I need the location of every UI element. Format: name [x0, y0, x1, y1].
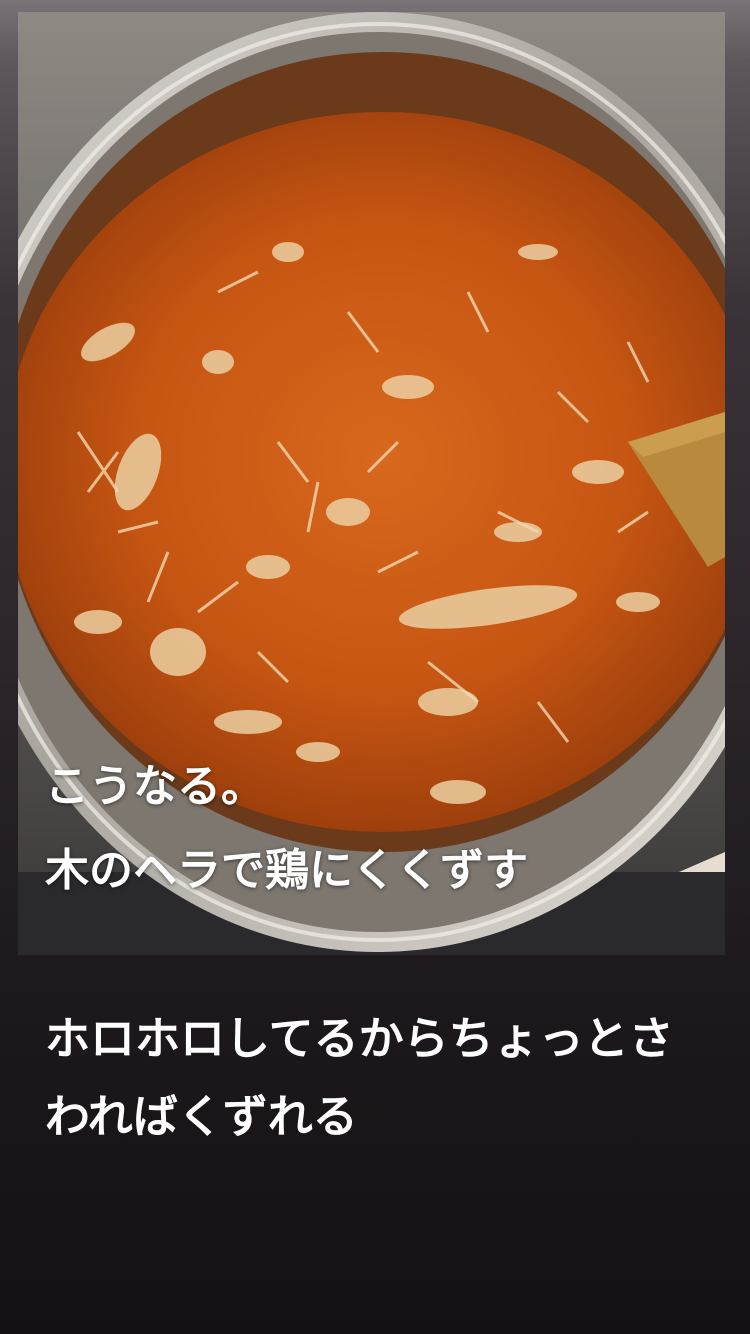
photo-caption-line-2: 木のヘラで鶏にくくずす: [45, 845, 529, 896]
story-text: ホロホロしてるからちょっとさわればくずれる: [45, 1012, 674, 1143]
photo-caption-line-1: こうなる。: [45, 761, 265, 812]
